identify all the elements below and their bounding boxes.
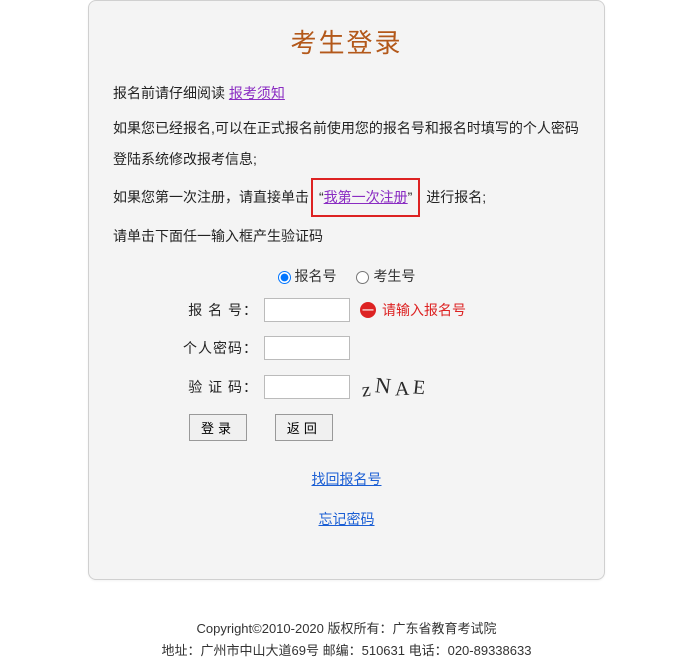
text-post-register: 进行报名; bbox=[422, 189, 486, 205]
back-button[interactable]: 返回 bbox=[275, 414, 333, 441]
login-button[interactable]: 登录 bbox=[189, 414, 247, 441]
first-register-highlight: “我第一次注册” bbox=[311, 178, 420, 217]
instructions-block: 报名前请仔细阅读 报考须知 如果您已经报名,可以在正式报名前使用您的报名号和报名… bbox=[113, 78, 580, 252]
first-register-link[interactable]: 我第一次注册 bbox=[324, 189, 408, 205]
reg-number-label: 报 名 号： bbox=[183, 300, 258, 320]
radio-exam-number-label[interactable]: 考生号 bbox=[356, 268, 415, 284]
reg-number-error: 请输入报名号 bbox=[382, 300, 466, 320]
instruction-line-1: 报名前请仔细阅读 报考须知 bbox=[113, 78, 580, 109]
radio-reg-number[interactable] bbox=[278, 271, 291, 284]
page-title: 考生登录 bbox=[113, 23, 580, 60]
login-form: 报名号 考生号 报 名 号： — 请输入报名号 个人密码： 验 证 码： bbox=[113, 266, 580, 539]
exam-notice-link[interactable]: 报考须知 bbox=[229, 85, 285, 101]
text-pre-register: 如果您第一次注册，请直接单击 bbox=[113, 189, 309, 205]
button-row: 登录 返回 bbox=[113, 414, 580, 441]
captcha-image[interactable]: zNAE bbox=[362, 374, 430, 400]
radio-reg-number-label[interactable]: 报名号 bbox=[278, 268, 341, 284]
password-input[interactable] bbox=[264, 336, 350, 360]
copyright-line: Copyright©2010-2020 版权所有：广东省教育考试院 bbox=[88, 618, 605, 640]
text-pre-notice: 报名前请仔细阅读 bbox=[113, 85, 229, 101]
error-icon: — bbox=[360, 302, 376, 318]
id-type-radio-group: 报名号 考生号 bbox=[113, 266, 580, 286]
retrieve-reg-number-link[interactable]: 找回报名号 bbox=[312, 469, 382, 489]
instruction-line-2: 如果您已经报名,可以在正式报名前使用您的报名号和报名时填写的个人密码登陆系统修改… bbox=[113, 113, 580, 175]
password-label: 个人密码： bbox=[183, 338, 258, 358]
helper-links: 找回报名号 忘记密码 bbox=[113, 459, 580, 539]
instruction-line-4: 请单击下面任一输入框产生验证码 bbox=[113, 221, 580, 252]
instruction-line-3: 如果您第一次注册，请直接单击“我第一次注册” 进行报名; bbox=[113, 178, 580, 217]
captcha-label: 验 证 码： bbox=[183, 377, 258, 397]
password-row: 个人密码： bbox=[113, 336, 580, 360]
captcha-input[interactable] bbox=[264, 375, 350, 399]
address-line: 地址：广州市中山大道69号 邮编：510631 电话：020-89338633 bbox=[88, 640, 605, 662]
forgot-password-link[interactable]: 忘记密码 bbox=[319, 509, 375, 529]
page-footer: Copyright©2010-2020 版权所有：广东省教育考试院 地址：广州市… bbox=[88, 618, 605, 662]
captcha-row: 验 证 码： zNAE bbox=[113, 374, 580, 400]
reg-number-row: 报 名 号： — 请输入报名号 bbox=[113, 298, 580, 322]
login-panel: 考生登录 报名前请仔细阅读 报考须知 如果您已经报名,可以在正式报名前使用您的报… bbox=[88, 0, 605, 580]
reg-number-input[interactable] bbox=[264, 298, 350, 322]
radio-exam-number[interactable] bbox=[356, 271, 369, 284]
